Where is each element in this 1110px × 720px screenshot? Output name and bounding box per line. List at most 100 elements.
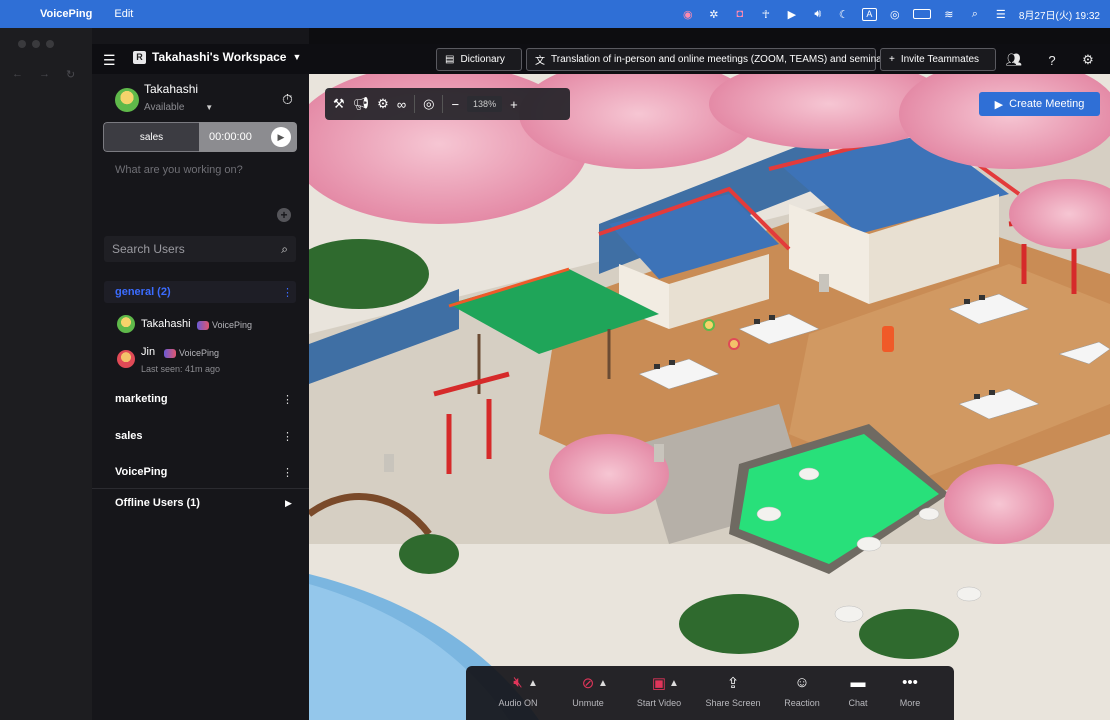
invite-teammates-button[interactable]: + Invite Teammates bbox=[880, 48, 996, 71]
isometric-world-illustration bbox=[309, 74, 1110, 720]
audio-options-caret[interactable]: ▲ bbox=[528, 678, 538, 689]
video-options-caret[interactable]: ▲ bbox=[669, 678, 679, 689]
start-video-label: Start Video bbox=[636, 698, 682, 708]
play-icon[interactable]: ▶ bbox=[271, 127, 291, 147]
channel-marketing[interactable]: marketing bbox=[115, 393, 168, 405]
member-name[interactable]: Jin bbox=[141, 346, 155, 358]
unmute-button[interactable]: ⊘ Unmute bbox=[558, 674, 618, 708]
stopwatch-icon[interactable]: ⏱ bbox=[282, 91, 293, 108]
channel-voiceping[interactable]: VoicePing bbox=[115, 466, 167, 478]
more-button[interactable]: ••• More bbox=[880, 674, 940, 708]
virtual-office-map[interactable] bbox=[309, 74, 1110, 720]
zoom-out-button[interactable]: − bbox=[451, 97, 459, 112]
avatar bbox=[117, 315, 135, 333]
battery-icon[interactable] bbox=[912, 9, 931, 19]
zoom-in-button[interactable]: + bbox=[510, 97, 518, 112]
play-tray-icon[interactable]: ▶ bbox=[784, 6, 800, 22]
voiceping-tray-icon[interactable]: ◉ bbox=[680, 6, 696, 22]
dictionary-label: Dictionary bbox=[460, 54, 505, 65]
input-source-icon[interactable]: A bbox=[861, 7, 877, 21]
create-meeting-label: Create Meeting bbox=[1009, 98, 1085, 110]
member-tag-label: VoicePing bbox=[212, 320, 253, 330]
kebab-icon[interactable]: ⋮ bbox=[282, 393, 293, 406]
translate-icon: 文 bbox=[535, 56, 545, 67]
edit-menu[interactable]: Edit bbox=[114, 8, 133, 20]
more-label: More bbox=[899, 698, 921, 708]
divider bbox=[92, 488, 309, 489]
volume-icon[interactable]: 🔊︎ bbox=[810, 6, 826, 22]
minimize-dot[interactable] bbox=[32, 40, 40, 48]
mic-options-caret[interactable]: ▲ bbox=[598, 678, 608, 689]
search-input[interactable]: Search Users ⌕ bbox=[104, 236, 296, 262]
add-channel-icon[interactable]: + bbox=[277, 208, 291, 222]
gear-icon[interactable]: ⚙ bbox=[1078, 50, 1098, 70]
invite-label: Invite Teammates bbox=[900, 54, 980, 65]
help-icon[interactable]: ? bbox=[1042, 50, 1062, 70]
chevron-down-icon: ▼ bbox=[292, 52, 302, 62]
control-center-icon[interactable]: ☰ bbox=[993, 6, 1009, 22]
call-controls-bar: 🔇︎ Audio ON ▲ ⊘ Unmute ▲ ▣ Start Video ▲… bbox=[466, 666, 954, 720]
kebab-icon[interactable]: ⋮ bbox=[282, 430, 293, 443]
timer-value: 00:00:00 bbox=[209, 131, 252, 143]
camera-tray-icon[interactable]: ◘ bbox=[732, 6, 748, 22]
close-dot[interactable] bbox=[18, 40, 26, 48]
add-person-icon: + bbox=[889, 54, 895, 65]
member-name[interactable]: Takahashi bbox=[141, 318, 191, 330]
chevron-down-icon: ▼ bbox=[205, 103, 214, 112]
app-menu-name[interactable]: VoicePing bbox=[40, 8, 92, 20]
chat-bubble-icon: ▬ bbox=[850, 674, 866, 691]
zoom-level: 138% bbox=[467, 96, 503, 112]
moon-icon[interactable]: ☾ bbox=[836, 6, 852, 22]
voiceping-icon bbox=[197, 320, 209, 330]
account-icon[interactable]: ◎ bbox=[887, 6, 903, 22]
channel-sales[interactable]: sales bbox=[115, 430, 143, 442]
chat-button[interactable]: ▬ Chat bbox=[828, 674, 888, 708]
search-placeholder: Search Users bbox=[112, 242, 185, 256]
members-icon[interactable]: 👥︎ bbox=[1004, 50, 1024, 70]
status-dropdown[interactable]: Available ▼ bbox=[144, 102, 213, 113]
start-video-button[interactable]: ▣ Start Video bbox=[629, 674, 689, 708]
dictionary-button[interactable]: ▤ Dictionary bbox=[436, 48, 522, 71]
channel-general[interactable]: general (2) bbox=[115, 286, 171, 298]
kebab-icon[interactable]: ⋮ bbox=[282, 286, 293, 299]
spotlight-search-icon[interactable]: ⌕ bbox=[967, 6, 983, 22]
workspace-name: Takahashi's Workspace bbox=[152, 50, 287, 64]
offline-users-toggle[interactable]: Offline Users (1) bbox=[115, 497, 200, 509]
toolbar-divider bbox=[414, 95, 416, 113]
share-screen-button[interactable]: ⇪ Share Screen bbox=[703, 674, 763, 708]
task-name[interactable]: sales bbox=[103, 122, 199, 152]
user-name: Takahashi bbox=[144, 82, 199, 96]
create-meeting-button[interactable]: ▶ Create Meeting bbox=[979, 92, 1100, 116]
workspace-switcher[interactable]: R Takahashi's Workspace ▼ bbox=[133, 50, 301, 64]
zoom-dot[interactable] bbox=[46, 40, 54, 48]
forward-arrow-icon[interactable]: → bbox=[39, 68, 50, 81]
megaphone-icon[interactable]: 📢︎ bbox=[353, 96, 370, 112]
menubar-clock[interactable]: 8月27日(火) 19:32 bbox=[1019, 7, 1100, 22]
user-tray-icon[interactable]: ☥ bbox=[758, 6, 774, 22]
wifi-icon[interactable]: ≋ bbox=[941, 6, 957, 22]
link-icon[interactable]: ∞ bbox=[397, 97, 406, 112]
menubar-status-area: ◉ ✲ ◘ ☥ ▶ 🔊︎ ☾ A ◎ ≋ ⌕ ☰ 8月27日(火) 19:32 bbox=[680, 0, 1100, 28]
voiceping-icon bbox=[164, 348, 176, 358]
background-browser-window: ← → ↻ bbox=[0, 28, 92, 720]
audio-button[interactable]: 🔇︎ Audio ON bbox=[488, 674, 548, 708]
gear-icon[interactable]: ⚙ bbox=[377, 96, 389, 112]
status-message-input[interactable]: What are you working on? bbox=[115, 164, 243, 176]
reload-icon[interactable]: ↻ bbox=[66, 68, 75, 81]
sidebar-toggle-icon[interactable]: ☰ bbox=[103, 52, 116, 69]
reaction-button[interactable]: ☺ Reaction bbox=[772, 674, 832, 708]
back-arrow-icon[interactable]: ← bbox=[12, 68, 23, 81]
translation-button[interactable]: 文 Translation of in-person and online me… bbox=[526, 48, 890, 71]
book-icon: ▤ bbox=[445, 54, 455, 65]
chat-label: Chat bbox=[848, 698, 868, 708]
avatar[interactable] bbox=[115, 88, 139, 112]
locate-icon[interactable]: ◎ bbox=[423, 96, 434, 112]
caret-right-icon[interactable]: ▶ bbox=[285, 498, 292, 509]
avatar bbox=[117, 350, 135, 368]
kebab-icon[interactable]: ⋮ bbox=[282, 466, 293, 479]
map-toolbar: ⚒ 📢︎ ⚙ ∞ ◎ − 138% + bbox=[325, 88, 570, 120]
settings-tray-icon[interactable]: ✲ bbox=[706, 6, 722, 22]
hammer-icon[interactable]: ⚒ bbox=[333, 96, 345, 112]
translation-label: Translation of in-person and online meet… bbox=[551, 54, 891, 65]
audio-label: Audio ON bbox=[498, 698, 538, 708]
